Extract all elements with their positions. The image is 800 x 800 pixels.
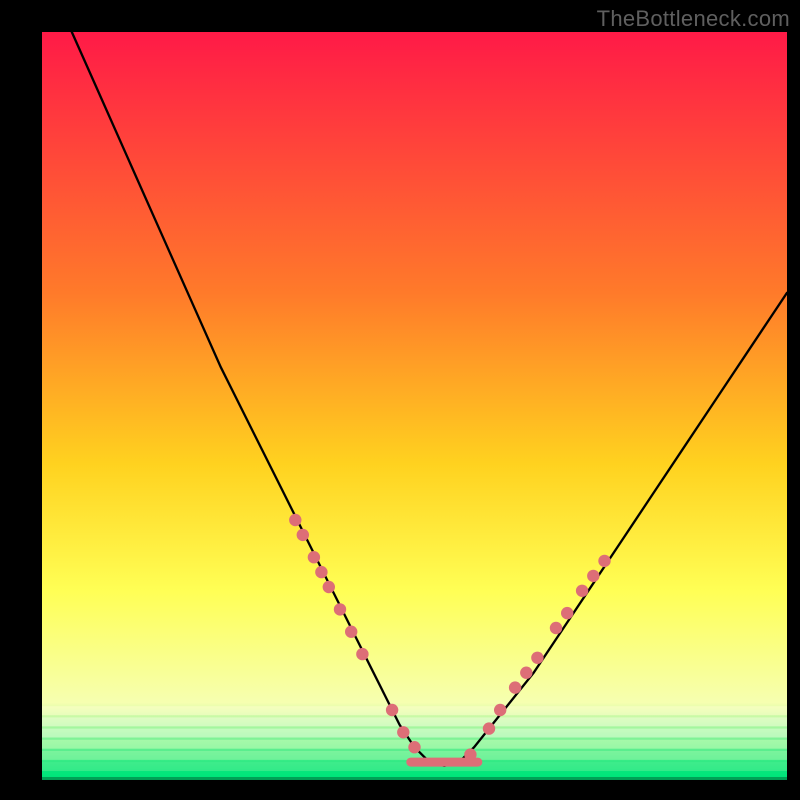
highlight-dot <box>561 607 573 619</box>
band-stripe <box>42 729 787 738</box>
watermark-text: TheBottleneck.com <box>597 6 790 32</box>
highlight-dot <box>483 722 495 734</box>
highlight-dot <box>386 704 398 716</box>
highlight-dot <box>464 748 476 760</box>
highlight-dot <box>345 626 357 638</box>
highlight-dot <box>397 726 409 738</box>
highlight-dot <box>289 514 301 526</box>
highlight-dot <box>315 566 327 578</box>
chart-frame: TheBottleneck.com <box>0 0 800 800</box>
highlight-dot <box>576 585 588 597</box>
highlight-dot <box>323 581 335 593</box>
highlight-dot <box>408 741 420 753</box>
band-stripe <box>42 717 787 726</box>
bottleneck-chart <box>0 0 800 800</box>
highlight-dot <box>520 667 532 679</box>
highlight-dot <box>297 529 309 541</box>
highlight-dot <box>531 652 543 664</box>
highlight-dot <box>550 622 562 634</box>
highlight-dot <box>334 603 346 615</box>
highlight-dot <box>587 570 599 582</box>
highlight-dot <box>598 555 610 567</box>
highlight-dot <box>356 648 368 660</box>
plot-background <box>42 32 787 777</box>
highlight-dot <box>494 704 506 716</box>
band-stripe <box>42 771 787 780</box>
band-stripe <box>42 706 787 715</box>
highlight-dot <box>509 681 521 693</box>
highlight-dot <box>308 551 320 563</box>
